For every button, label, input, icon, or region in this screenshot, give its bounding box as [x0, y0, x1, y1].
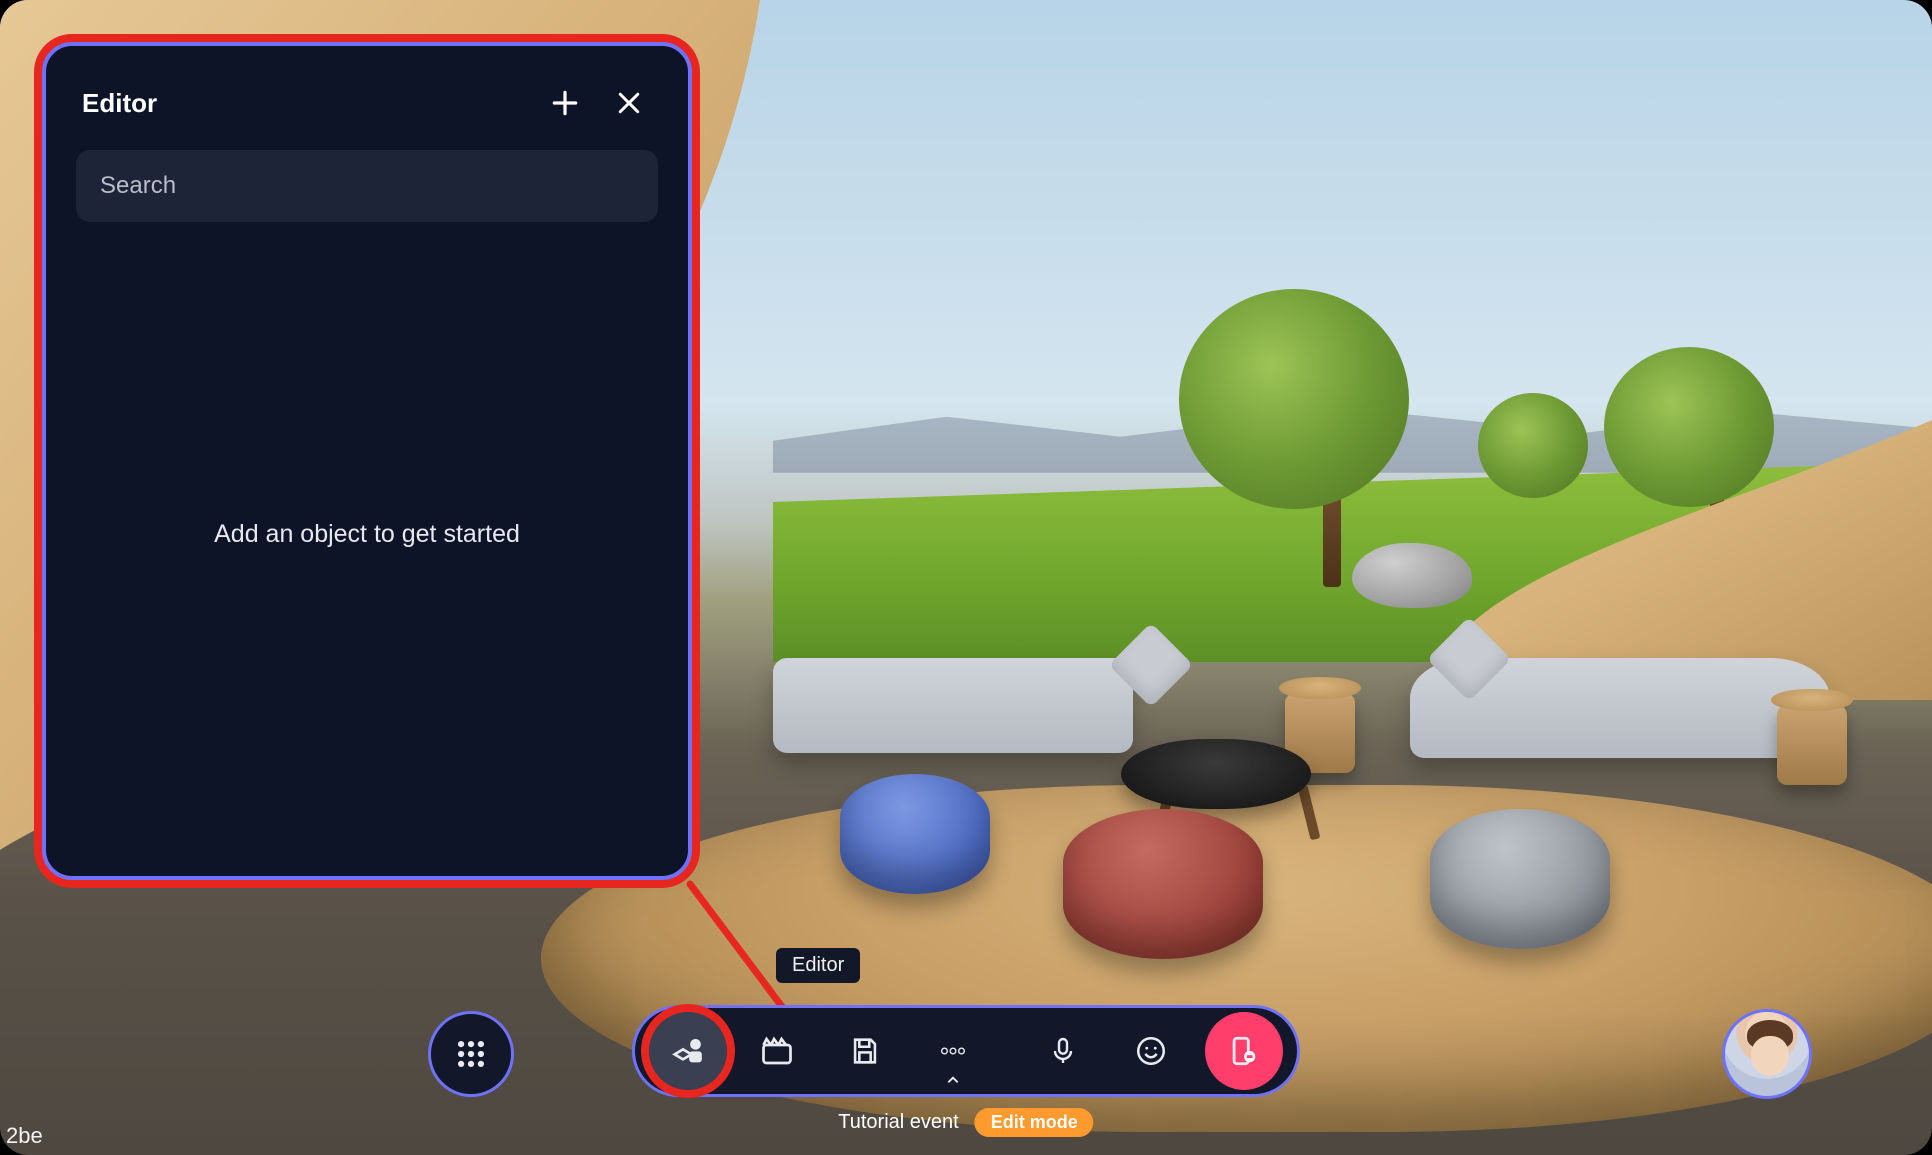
clapperboard-icon [759, 1033, 795, 1069]
bottom-toolbar [632, 1005, 1300, 1097]
toolbar-emoji-button[interactable] [1107, 1012, 1195, 1090]
avatar-button[interactable] [1722, 1009, 1812, 1099]
toolbar-clapper-button[interactable] [733, 1012, 821, 1090]
save-icon [848, 1034, 882, 1068]
toolbar-more-button[interactable] [909, 1012, 997, 1090]
chevron-up-icon [946, 1075, 960, 1085]
sofa [773, 658, 1133, 753]
watermark-text: 2be [6, 1123, 43, 1149]
close-editor-button[interactable] [606, 80, 652, 126]
editor-tooltip: Editor [776, 948, 860, 983]
toolbar-save-button[interactable] [821, 1012, 909, 1090]
ottoman-blue [840, 774, 990, 894]
smiley-icon [1134, 1034, 1168, 1068]
editor-empty-message: Add an object to get started [214, 520, 520, 549]
close-icon [614, 88, 644, 118]
add-object-button[interactable] [542, 80, 588, 126]
leave-icon [1227, 1034, 1261, 1068]
editor-panel: Editor Add an object to get started [42, 42, 692, 880]
toolbar-leave-button[interactable] [1205, 1012, 1283, 1090]
search-input[interactable] [100, 172, 634, 200]
editor-header: Editor [76, 70, 658, 150]
plus-icon [549, 87, 581, 119]
coffee-table [1121, 739, 1311, 809]
status-row: Tutorial event Edit mode [838, 1108, 1093, 1137]
object-pieces-icon [668, 1031, 708, 1071]
scene-viewport: Editor Add an object to get started Edit… [0, 0, 1932, 1155]
grid-icon [454, 1037, 488, 1071]
editor-body: Add an object to get started [76, 222, 658, 846]
menu-button[interactable] [428, 1011, 514, 1097]
toolbar-editor-button[interactable] [649, 1012, 727, 1090]
toolbar-mic-button[interactable] [1019, 1012, 1107, 1090]
ottoman-grey [1430, 809, 1610, 949]
mode-badge: Edit mode [975, 1108, 1094, 1137]
ellipsis-icon [936, 1034, 970, 1068]
avatar-face [1751, 1036, 1789, 1076]
side-table [1777, 705, 1847, 785]
event-name: Tutorial event [838, 1111, 958, 1134]
editor-title: Editor [82, 88, 524, 119]
ottoman-red [1063, 809, 1263, 959]
microphone-icon [1047, 1033, 1079, 1069]
editor-search[interactable] [76, 150, 658, 222]
